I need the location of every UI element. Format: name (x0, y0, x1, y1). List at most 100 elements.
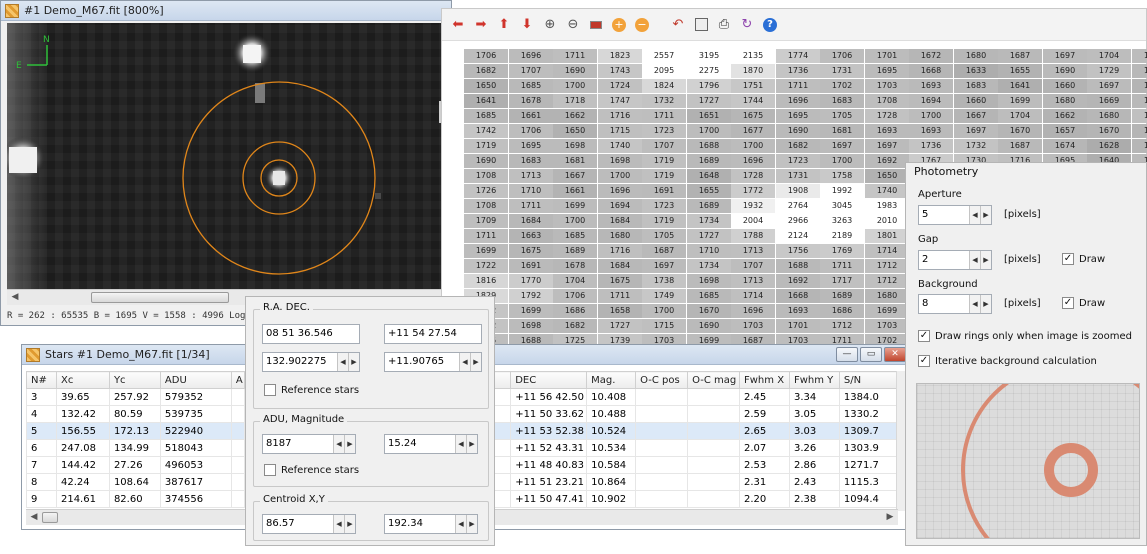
pixel-cell: 1650 (553, 124, 597, 138)
compass-e-label: E (16, 61, 22, 71)
pixel-cell: 1641 (998, 79, 1042, 93)
refresh-icon[interactable]: ↻ (737, 15, 757, 35)
pick-icon[interactable]: ↶ (668, 15, 688, 35)
aperture-field[interactable]: 5 ◀ ▶ (918, 205, 992, 225)
rings-zoomed-checkbox[interactable]: ✓ Draw rings only when image is zoomed (918, 330, 1132, 342)
col-oc-pos[interactable]: O-C pos (635, 371, 689, 389)
scroll-left-icon[interactable]: ◀ (7, 290, 23, 305)
col-yc[interactable]: Yc (108, 371, 161, 389)
pixel-cell: 1722 (464, 259, 508, 273)
arrow-left-icon[interactable]: ⬅ (448, 15, 468, 35)
gap-draw-checkbox[interactable]: ✓ Draw (1062, 253, 1105, 265)
arrow-right-icon[interactable]: ➡ (471, 15, 491, 35)
stars-table-cell: 1303.9 (838, 439, 899, 457)
stars-table-cell: 518043 (159, 439, 232, 457)
pixel-cell: 1688 (776, 259, 820, 273)
pixel-cell: 1687 (998, 49, 1042, 63)
star-image-view[interactable]: N E (7, 23, 445, 289)
col-fwhm-y[interactable]: Fwhm Y (788, 371, 840, 389)
dec-degrees-stepper[interactable]: ◀ ▶ (459, 353, 481, 371)
checkbox-checked[interactable]: ✓ (918, 330, 930, 342)
ra-degrees-field[interactable]: 132.902275 ◀ ▶ (262, 352, 360, 372)
zoom-out-icon[interactable]: ⊖ (563, 15, 583, 35)
ra-field[interactable]: 08 51 36.546 (262, 324, 360, 344)
plus-icon[interactable]: + (609, 15, 629, 35)
background-stepper[interactable]: ◀ ▶ (969, 295, 991, 313)
col-sn[interactable]: S/N (838, 371, 899, 389)
pixel-cell: 1693 (776, 304, 820, 318)
background-field[interactable]: 8 ◀ ▶ (918, 294, 992, 314)
dec-field[interactable]: +11 54 27.54 (384, 324, 482, 344)
stars-scroll-thumb[interactable] (42, 512, 58, 523)
centroid-y-stepper[interactable]: ◀ ▶ (455, 515, 477, 533)
adu-stepper[interactable]: ◀ ▶ (333, 435, 355, 453)
stars-table-cell (687, 388, 740, 406)
stars-table-cell: 3.26 (788, 439, 840, 457)
frame-icon[interactable] (691, 15, 711, 35)
minimize-button[interactable]: — (836, 347, 858, 362)
adu-field[interactable]: 8187 ◀ ▶ (262, 434, 356, 454)
col-n[interactable]: N# (26, 371, 57, 389)
zoom-in-icon[interactable]: ⊕ (540, 15, 560, 35)
minus-icon[interactable]: − (632, 15, 652, 35)
reference-stars-checkbox-1[interactable]: Reference stars (264, 384, 359, 396)
checkbox-box[interactable] (264, 464, 276, 476)
dec-degrees-field[interactable]: +11.90765 ◀ ▶ (384, 352, 482, 372)
coordinates-panel: R.A. DEC. 08 51 36.546 +11 54 27.54 132.… (245, 296, 495, 546)
col-oc-mag[interactable]: O-C mag (687, 371, 740, 389)
pixel-cell: 1700 (598, 169, 642, 183)
col-dec[interactable]: DEC (510, 371, 588, 389)
pixel-cell: 1699 (998, 94, 1042, 108)
aperture-stepper[interactable]: ◀ ▶ (969, 206, 991, 224)
stars-table-cell: 80.59 (108, 405, 161, 423)
stars-scroll-left-icon[interactable]: ◀ (26, 510, 42, 525)
checkbox-checked[interactable]: ✓ (1062, 253, 1074, 265)
pixel-cell: 1731 (776, 169, 820, 183)
pixel-cell: 1708 (464, 199, 508, 213)
reference-stars-checkbox-2[interactable]: Reference stars (264, 464, 359, 476)
centroid-x-field[interactable]: 86.57 ◀ ▶ (262, 514, 356, 534)
magnitude-field[interactable]: 15.24 ◀ ▶ (384, 434, 478, 454)
magnitude-stepper[interactable]: ◀ ▶ (455, 435, 477, 453)
color-icon[interactable] (586, 15, 606, 35)
pixel-cell: 1992 (820, 184, 864, 198)
arrow-down-icon[interactable]: ⬇ (517, 15, 537, 35)
close-button[interactable]: ✕ (884, 347, 906, 362)
pixel-cell: 1706 (509, 124, 553, 138)
centroid-x-stepper[interactable]: ◀ ▶ (333, 515, 355, 533)
pixel-cell: 1685 (509, 79, 553, 93)
pixel-cell: 1699 (509, 304, 553, 318)
col-mag[interactable]: Mag. (586, 371, 637, 389)
image-scroll-thumb[interactable] (91, 292, 229, 303)
arrow-up-icon[interactable]: ⬆ (494, 15, 514, 35)
col-xc[interactable]: Xc (55, 371, 110, 389)
stars-table-cell (687, 456, 740, 474)
pixel-cell: 1714 (865, 244, 909, 258)
image-window-titlebar[interactable]: #1 Demo_M67.fit [800%] (1, 1, 451, 21)
pixel-cell: 1701 (865, 49, 909, 63)
ra-degrees-stepper[interactable]: ◀ ▶ (337, 353, 359, 371)
gap-stepper[interactable]: ◀ ▶ (969, 251, 991, 269)
pixel-cell: 1705 (820, 109, 864, 123)
maximize-button[interactable]: ▭ (860, 347, 882, 362)
pixel-cell: 1908 (776, 184, 820, 198)
col-fwhm-x[interactable]: Fwhm X (739, 371, 790, 389)
checkbox-checked[interactable]: ✓ (918, 355, 930, 367)
pixel-cell: 1680 (954, 49, 998, 63)
pixel-cell: 1651 (687, 109, 731, 123)
centroid-y-field[interactable]: 192.34 ◀ ▶ (384, 514, 478, 534)
iterative-background-checkbox[interactable]: ✓ Iterative background calculation (918, 355, 1097, 367)
print-icon[interactable]: ⎙ (714, 15, 734, 35)
help-icon[interactable]: ? (760, 15, 780, 35)
pixel-cell: 1716 (598, 244, 642, 258)
col-a[interactable]: A (230, 371, 245, 389)
background-draw-checkbox[interactable]: ✓ Draw (1062, 297, 1105, 309)
pixel-cell: 1711 (820, 259, 864, 273)
adu-mag-group-title: ADU, Magnitude (260, 414, 348, 425)
stars-scroll-right-icon[interactable]: ▶ (882, 510, 898, 525)
checkbox-checked[interactable]: ✓ (1062, 297, 1074, 309)
pixel-cell: 1680 (1087, 109, 1131, 123)
gap-field[interactable]: 2 ◀ ▶ (918, 250, 992, 270)
checkbox-box[interactable] (264, 384, 276, 396)
col-adu[interactable]: ADU (159, 371, 232, 389)
